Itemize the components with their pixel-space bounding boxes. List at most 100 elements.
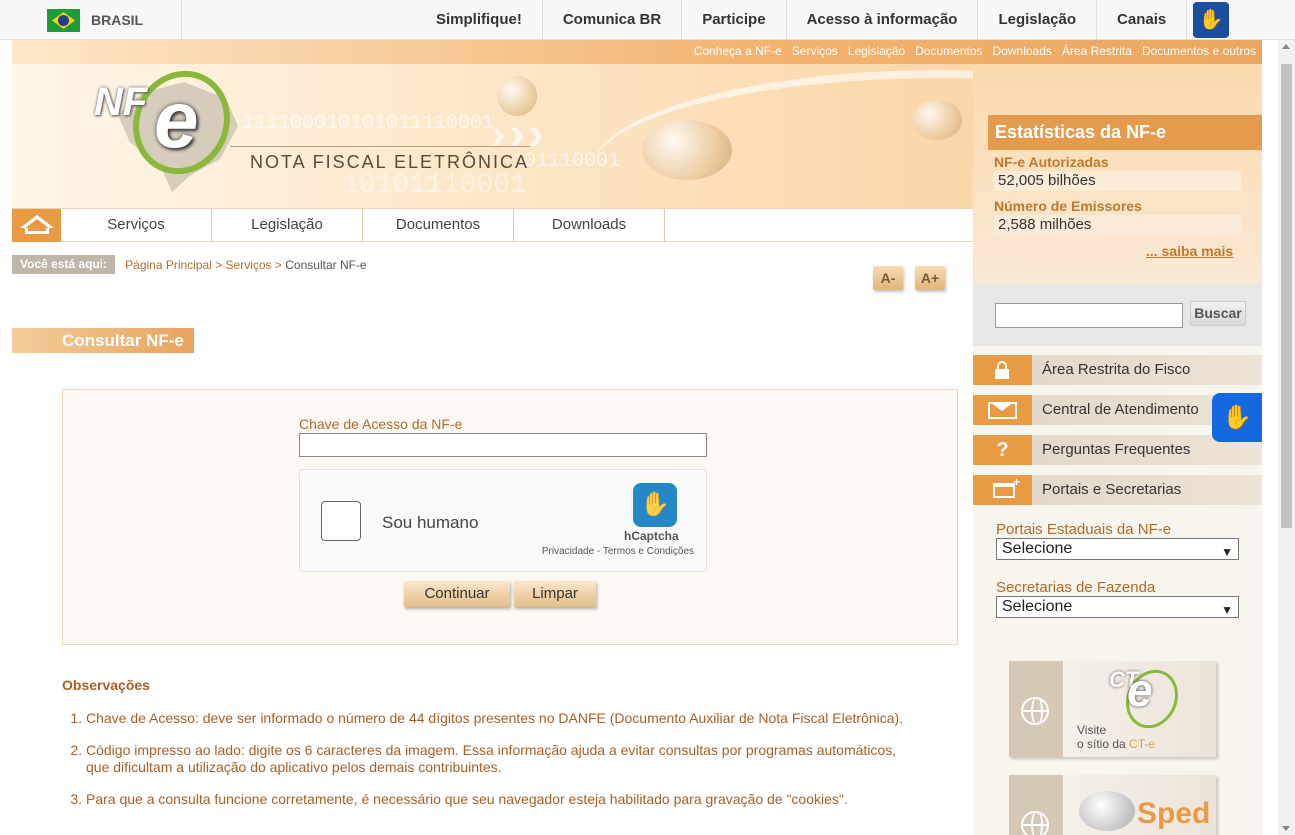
font-increase-button[interactable]: A+ bbox=[915, 266, 945, 290]
decorative-binary: 111100010101011110001 bbox=[242, 112, 495, 135]
hcaptcha-widget: Sou humano ✋ hCaptcha Privacidade - Term… bbox=[299, 469, 707, 572]
decorative-sphere bbox=[912, 100, 962, 140]
access-key-input[interactable] bbox=[299, 433, 707, 457]
sidebar-item-label: Área Restrita do Fisco bbox=[1042, 361, 1191, 378]
logo-nf: NF bbox=[94, 80, 148, 124]
vlibras-hands-icon[interactable]: ✋ bbox=[1212, 393, 1262, 442]
font-size-controls: A- A+ bbox=[873, 266, 945, 290]
brand-title: NOTA FISCAL ELETRÔNICA bbox=[229, 146, 531, 172]
scroll-down-icon[interactable] bbox=[1282, 826, 1290, 831]
page-title: Consultar NF-e bbox=[12, 328, 194, 353]
continue-button[interactable]: Continuar bbox=[404, 581, 510, 607]
lock-icon bbox=[973, 355, 1032, 385]
states-select[interactable]: Selecione ▼ bbox=[996, 538, 1239, 560]
observations-list: Chave de Acesso: deve ser informado o nú… bbox=[62, 710, 922, 808]
breadcrumb-path: Página Principal > Serviços > Consultar … bbox=[125, 258, 366, 272]
globe-icon bbox=[1021, 697, 1049, 725]
top-links: Conheça a NF-e Serviços Legislação Docum… bbox=[694, 44, 1256, 58]
breadcrumb-home-link[interactable]: Página Principal bbox=[125, 258, 212, 272]
font-decrease-button[interactable]: A- bbox=[873, 266, 903, 290]
emitters-value: 2,588 milhões bbox=[994, 215, 1241, 235]
stats-panel: Estatísticas da NF-e NF-e Autorizadas 52… bbox=[973, 64, 1262, 285]
cte-logo-e: e bbox=[1127, 664, 1153, 716]
gov-link-acesso[interactable]: Acesso à informação bbox=[787, 0, 979, 40]
breadcrumb-label: Você está aqui: bbox=[12, 255, 116, 274]
treasury-select[interactable]: Selecione ▼ bbox=[996, 596, 1239, 618]
nfe-logo[interactable]: NF e bbox=[94, 54, 247, 194]
sped-banner[interactable]: Sped bbox=[1009, 775, 1216, 835]
captcha-brand: hCaptcha bbox=[624, 529, 679, 543]
captcha-label: Sou humano bbox=[382, 513, 479, 532]
breadcrumb-servicos-link[interactable]: Serviços bbox=[226, 258, 272, 272]
decorative-binary: 10101110001 bbox=[342, 170, 527, 201]
globe-icon bbox=[1021, 811, 1049, 835]
top-link-legislacao[interactable]: Legislação bbox=[848, 44, 905, 58]
top-link-documentos[interactable]: Documentos bbox=[915, 44, 982, 58]
nav-item-documentos[interactable]: Documentos bbox=[363, 209, 514, 242]
nav-item-legislacao[interactable]: Legislação bbox=[212, 209, 363, 242]
search-input[interactable] bbox=[995, 303, 1183, 328]
breadcrumb-sep: > bbox=[211, 257, 226, 272]
sidebar-item-label: Portais e Secretarias bbox=[1042, 481, 1182, 498]
sidebar-item-area-restrita[interactable]: Área Restrita do Fisco bbox=[973, 355, 1262, 385]
logo-e: e bbox=[154, 75, 199, 164]
emitters-label: Número de Emissores bbox=[994, 198, 1142, 214]
home-icon[interactable] bbox=[12, 209, 61, 242]
brazil-flag-icon[interactable] bbox=[47, 9, 80, 32]
observations: Observações Chave de Acesso: deve ser in… bbox=[62, 677, 922, 823]
stats-more-link[interactable]: ... saiba mais bbox=[1146, 243, 1233, 259]
scrollbar[interactable] bbox=[1278, 40, 1295, 835]
list-item: Para que a consulta funcione corretament… bbox=[86, 791, 922, 808]
nav-item-downloads[interactable]: Downloads bbox=[514, 209, 665, 242]
search-box: Buscar bbox=[973, 285, 1262, 346]
sped-disc-icon bbox=[1079, 791, 1135, 831]
top-link-area-restrita[interactable]: Área Restrita bbox=[1062, 44, 1132, 58]
top-link-servicos[interactable]: Serviços bbox=[792, 44, 838, 58]
search-button[interactable]: Buscar bbox=[1190, 301, 1246, 326]
cte-banner[interactable]: CT e Visite o sítio da CT-e bbox=[1009, 661, 1216, 757]
top-link-documentos-outros[interactable]: Documentos e outros bbox=[1142, 44, 1256, 58]
accessibility-hands-icon[interactable]: ✋ bbox=[1193, 2, 1229, 38]
clear-button[interactable]: Limpar bbox=[514, 581, 596, 607]
list-item: Código impresso ao lado: digite os 6 car… bbox=[86, 742, 922, 776]
scrollbar-thumb[interactable] bbox=[1281, 64, 1292, 528]
chevron-down-icon: ▼ bbox=[1221, 545, 1233, 559]
nav-items: Serviços Legislação Documentos Downloads bbox=[61, 209, 665, 242]
sped-logo: Sped bbox=[1137, 797, 1211, 830]
treasury-label: Secretarias de Fazenda bbox=[996, 579, 1156, 596]
list-item: Chave de Acesso: deve ser informado o nú… bbox=[86, 710, 922, 727]
gov-link-comunica[interactable]: Comunica BR bbox=[543, 0, 683, 40]
captcha-checkbox[interactable] bbox=[321, 501, 361, 541]
decorative-sphere bbox=[642, 120, 732, 180]
access-key-label: Chave de Acesso da NF-e bbox=[299, 416, 463, 432]
top-link-downloads[interactable]: Downloads bbox=[993, 44, 1052, 58]
chevron-down-icon: ▼ bbox=[1221, 603, 1233, 617]
breadcrumb: Você está aqui: Página Principal > Servi… bbox=[12, 255, 367, 274]
brasil-link[interactable]: BRASIL bbox=[91, 12, 143, 28]
gov-links: Simplifique! Comunica BR Participe Acess… bbox=[416, 0, 1188, 40]
observations-title: Observações bbox=[62, 677, 150, 693]
sidebar-item-portais[interactable]: + Portais e Secretarias bbox=[973, 475, 1262, 505]
scroll-up-icon[interactable] bbox=[1282, 44, 1290, 49]
nav-item-servicos[interactable]: Serviços bbox=[61, 209, 212, 242]
divider bbox=[181, 0, 182, 40]
envelope-icon bbox=[973, 395, 1032, 425]
breadcrumb-sep: > bbox=[271, 257, 286, 272]
sidebar-item-label: Central de Atendimento bbox=[1042, 401, 1199, 418]
hcaptcha-logo-icon: ✋ bbox=[633, 483, 677, 527]
breadcrumb-current: Consultar NF-e bbox=[285, 257, 367, 272]
top-link-conheca[interactable]: Conheça a NF-e bbox=[694, 44, 782, 58]
states-label: Portais Estaduais da NF-e bbox=[996, 521, 1172, 538]
question-icon: ? bbox=[973, 435, 1032, 465]
gov-link-participe[interactable]: Participe bbox=[682, 0, 787, 40]
consult-form: Chave de Acesso da NF-e Sou humano ✋ hCa… bbox=[62, 389, 958, 645]
authorized-label: NF-e Autorizadas bbox=[994, 154, 1109, 170]
gov-bar: BRASIL Simplifique! Comunica BR Particip… bbox=[0, 0, 1295, 40]
gov-link-simplifique[interactable]: Simplifique! bbox=[416, 0, 543, 40]
gov-link-legislacao[interactable]: Legislação bbox=[978, 0, 1098, 40]
captcha-legal-links[interactable]: Privacidade - Termos e Condições bbox=[542, 546, 694, 557]
gov-link-canais[interactable]: Canais bbox=[1097, 0, 1188, 40]
form-buttons: Continuar Limpar bbox=[404, 581, 596, 607]
stats-title: Estatísticas da NF-e bbox=[988, 115, 1262, 150]
window-plus-icon: + bbox=[973, 475, 1032, 505]
